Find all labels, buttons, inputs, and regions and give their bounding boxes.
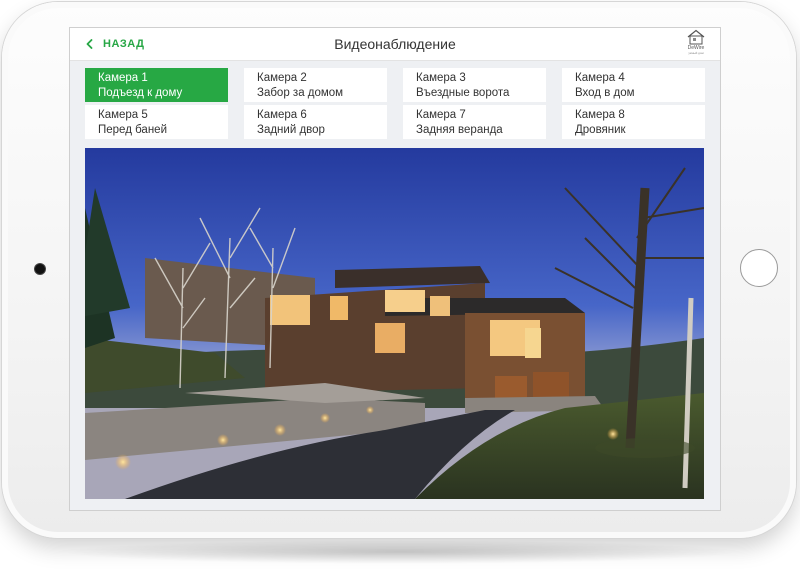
camera-tab-6[interactable]: Камера 6 Задний двор xyxy=(244,105,387,139)
camera-name: Камера 4 xyxy=(575,72,625,84)
house-logo-icon xyxy=(687,29,705,45)
front-camera xyxy=(35,264,45,274)
camera-location: Перед баней xyxy=(98,124,167,136)
camera-location: Забор за домом xyxy=(257,87,344,99)
camera-name: Камера 2 xyxy=(257,72,307,84)
top-bar: НАЗАД Видеонаблюдение DeWire умный дом xyxy=(70,28,720,61)
camera-location: Въездные ворота xyxy=(416,87,510,99)
brand-logo: DeWire умный дом xyxy=(684,29,708,59)
camera-location: Задняя веранда xyxy=(416,124,503,136)
camera-name: Камера 7 xyxy=(416,109,466,121)
home-button[interactable] xyxy=(740,249,778,287)
camera-tab-8[interactable]: Камера 8 Дровяник xyxy=(562,105,705,139)
page-title: Видеонаблюдение xyxy=(334,36,456,52)
camera-video-feed[interactable] xyxy=(85,148,704,499)
camera-tab-2[interactable]: Камера 2 Забор за домом xyxy=(244,68,387,102)
camera-name: Камера 8 xyxy=(575,109,625,121)
camera-location: Вход в дом xyxy=(575,87,635,99)
camera-tab-3[interactable]: Камера 3 Въездные ворота xyxy=(403,68,546,102)
camera-tab-7[interactable]: Камера 7 Задняя веранда xyxy=(403,105,546,139)
camera-tab-1[interactable]: Камера 1 Подъезд к дому xyxy=(85,68,228,102)
logo-sub-text: умный дом xyxy=(688,51,704,55)
camera-tab-5[interactable]: Камера 5 Перед баней xyxy=(85,105,228,139)
video-frame-illustration xyxy=(85,148,704,499)
camera-name: Камера 5 xyxy=(98,109,148,121)
tablet-shadow xyxy=(60,540,740,564)
camera-location: Подъезд к дому xyxy=(98,87,183,99)
camera-grid: Камера 1 Подъезд к дому Камера 2 Забор з… xyxy=(85,68,705,140)
camera-name: Камера 6 xyxy=(257,109,307,121)
camera-name: Камера 1 xyxy=(98,72,148,84)
camera-location: Дровяник xyxy=(575,124,626,136)
camera-tab-4[interactable]: Камера 4 Вход в дом xyxy=(562,68,705,102)
camera-name: Камера 3 xyxy=(416,72,466,84)
app-screen: НАЗАД Видеонаблюдение DeWire умный дом К… xyxy=(70,28,720,510)
camera-location: Задний двор xyxy=(257,124,325,136)
